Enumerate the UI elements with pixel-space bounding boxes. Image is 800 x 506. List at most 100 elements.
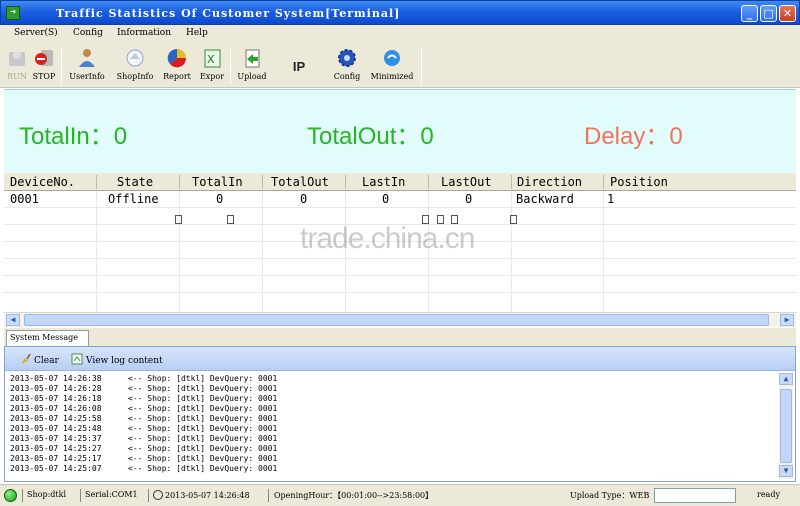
- vscroll-thumb[interactable]: [780, 389, 792, 463]
- report-icon: [167, 48, 187, 68]
- log-time: 2013-05-07 14:25:17: [10, 454, 102, 463]
- maximize-button[interactable]: □: [760, 5, 777, 22]
- cell-lastin: 0: [382, 192, 390, 206]
- status-datetime: 2013-05-07 14:26:48: [153, 490, 250, 500]
- col-header-state[interactable]: State: [117, 175, 153, 189]
- log-time: 2013-05-07 14:25:48: [10, 424, 102, 433]
- title-bar: ➜ Traffic Statistics Of Customer System[…: [0, 0, 800, 25]
- upload-icon: [245, 49, 260, 68]
- cell-position: 1: [607, 192, 615, 206]
- menu-bar: Server(S) Config Information Help: [0, 25, 800, 43]
- gear-icon: [338, 49, 356, 67]
- log-message: <-- Shop: [dtkl] DevQuery: 0001: [128, 434, 278, 443]
- status-serial: Serial:COM1: [85, 490, 138, 499]
- log-entry: 2013-05-07 14:26:38 <-- Shop: [dtkl] DevQ…: [10, 374, 772, 384]
- cell-deviceno: 0001: [10, 192, 39, 206]
- watermark: trade.china.cn: [300, 222, 475, 255]
- tab-system-message[interactable]: System Message: [6, 330, 89, 346]
- log-time: 2013-05-07 14:25:58: [10, 414, 102, 423]
- export-button[interactable]: X Expor: [197, 45, 227, 87]
- log-entry: 2013-05-07 14:26:28 <-- Shop: [dtkl] DevQ…: [10, 384, 772, 394]
- log-time: 2013-05-07 14:25:27: [10, 444, 102, 453]
- missing-glyph-box: [175, 215, 182, 224]
- col-header-totalout[interactable]: TotalOut: [271, 175, 329, 189]
- userinfo-button[interactable]: UserInfo: [66, 45, 108, 87]
- col-header-lastin[interactable]: LastIn: [362, 175, 405, 189]
- scroll-thumb[interactable]: [24, 314, 769, 326]
- col-header-position[interactable]: Position: [610, 175, 668, 189]
- menu-information[interactable]: Information: [117, 28, 171, 38]
- scroll-up-arrow[interactable]: ▲: [779, 373, 793, 385]
- col-header-deviceno[interactable]: DeviceNo.: [10, 175, 75, 189]
- menu-config[interactable]: Config: [73, 28, 103, 38]
- message-tabstrip: System Message: [4, 328, 796, 346]
- log-entry: 2013-05-07 14:25:27 <-- Shop: [dtkl] DevQ…: [10, 444, 772, 454]
- log-entry: 2013-05-07 14:25:17 <-- Shop: [dtkl] DevQ…: [10, 454, 772, 464]
- log-icon: [71, 353, 83, 365]
- col-header-direction[interactable]: Direction: [517, 175, 582, 189]
- log-message: <-- Shop: [dtkl] DevQuery: 0001: [128, 464, 278, 473]
- log-list: 2013-05-07 14:26:38 <-- Shop: [dtkl] DevQ…: [10, 374, 772, 474]
- horizontal-scrollbar[interactable]: ◀ ▶: [4, 312, 796, 327]
- scroll-down-arrow[interactable]: ▼: [779, 465, 793, 477]
- status-upload-type: Upload Type：WEB: [570, 491, 650, 500]
- view-log-button[interactable]: View log content: [71, 353, 163, 366]
- log-message: <-- Shop: [dtkl] DevQuery: 0001: [128, 414, 278, 423]
- status-opening-hour: OpeningHour：【00:01:00-->23:58:00】: [274, 491, 434, 500]
- log-time: 2013-05-07 14:26:38: [10, 374, 102, 383]
- cell-totalout: 0: [300, 192, 308, 206]
- minimize-globe-icon: [384, 50, 400, 66]
- log-entry: 2013-05-07 14:25:48 <-- Shop: [dtkl] DevQ…: [10, 424, 772, 434]
- message-toolbar: Clear View log content: [5, 347, 795, 371]
- delay-value: Delay：0: [584, 123, 683, 150]
- log-time: 2013-05-07 14:25:37: [10, 434, 102, 443]
- status-bar: Shop:dtkl Serial:COM1 2013-05-07 14:26:4…: [0, 484, 800, 506]
- cell-totalin: 0: [216, 192, 224, 206]
- log-message: <-- Shop: [dtkl] DevQuery: 0001: [128, 454, 278, 463]
- log-entry: 2013-05-07 14:25:07 <-- Shop: [dtkl] DevQ…: [10, 464, 772, 474]
- log-time: 2013-05-07 14:26:08: [10, 404, 102, 413]
- stop-icon: [35, 50, 53, 66]
- excel-icon: X: [204, 49, 221, 68]
- report-button[interactable]: Report: [161, 45, 193, 87]
- ip-button[interactable]: IP: [287, 45, 311, 87]
- app-icon: ➜: [6, 6, 20, 20]
- scroll-right-arrow[interactable]: ▶: [780, 314, 794, 326]
- log-message: <-- Shop: [dtkl] DevQuery: 0001: [128, 424, 278, 433]
- ip-label: IP: [292, 59, 306, 74]
- log-message: <-- Shop: [dtkl] DevQuery: 0001: [128, 384, 278, 393]
- missing-glyph-box: [227, 215, 234, 224]
- clear-button[interactable]: Clear: [19, 353, 59, 366]
- total-in-value: TotalIn：0: [19, 123, 128, 150]
- status-shop: Shop:dtkl: [27, 490, 67, 499]
- upload-progress-field: [654, 488, 736, 503]
- total-out-value: TotalOut：0: [307, 123, 434, 150]
- log-time: 2013-05-07 14:26:28: [10, 384, 102, 393]
- log-time: 2013-05-07 14:25:07: [10, 464, 102, 473]
- log-entry: 2013-05-07 14:26:18 <-- Shop: [dtkl] DevQ…: [10, 394, 772, 404]
- log-entry: 2013-05-07 14:25:58 <-- Shop: [dtkl] DevQ…: [10, 414, 772, 424]
- system-message-panel: Clear View log content 2013-05-07 14:26:…: [4, 346, 796, 482]
- menu-server[interactable]: Server(S): [14, 28, 58, 38]
- menu-help[interactable]: Help: [186, 28, 208, 38]
- cell-lastout: 0: [465, 192, 473, 206]
- shopinfo-button[interactable]: ShopInfo: [113, 45, 157, 87]
- col-header-totalin[interactable]: TotalIn: [192, 175, 243, 189]
- status-ready: ready: [757, 490, 780, 499]
- log-message: <-- Shop: [dtkl] DevQuery: 0001: [128, 374, 278, 383]
- user-icon: [79, 49, 95, 67]
- run-button[interactable]: RUN: [4, 45, 30, 87]
- minimize-button[interactable]: _: [741, 5, 758, 22]
- scroll-left-arrow[interactable]: ◀: [6, 314, 20, 326]
- minimized-button[interactable]: Minimized: [369, 45, 415, 87]
- log-time: 2013-05-07 14:26:18: [10, 394, 102, 403]
- col-header-lastout[interactable]: LastOut: [441, 175, 492, 189]
- cell-direction: Backward: [516, 192, 574, 206]
- close-button[interactable]: ✕: [779, 5, 796, 22]
- stop-button[interactable]: STOP: [31, 45, 57, 87]
- config-button[interactable]: Config: [330, 45, 364, 87]
- upload-button[interactable]: Upload: [235, 45, 269, 87]
- missing-glyph-box: [510, 215, 517, 224]
- shop-icon: [126, 49, 144, 67]
- vertical-scrollbar[interactable]: ▲ ▼: [779, 373, 793, 479]
